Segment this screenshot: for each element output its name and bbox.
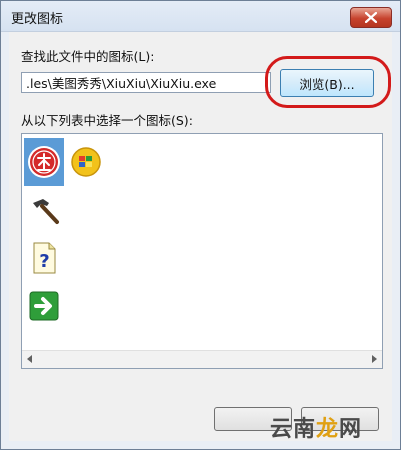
file-path-input[interactable]: .les\美图秀秀\XiuXiu\XiuXiu.exe xyxy=(21,72,271,93)
help-document-icon: ? xyxy=(33,242,56,274)
watermark: 云南龙网 xyxy=(270,411,362,443)
green-arrow-icon xyxy=(29,291,59,321)
icon-item-help-document[interactable]: ? xyxy=(24,234,64,282)
scroll-left-icon[interactable] xyxy=(27,355,32,363)
icon-item-hammer[interactable] xyxy=(24,186,64,234)
close-button[interactable] xyxy=(350,7,392,28)
window-title: 更改图标 xyxy=(11,12,64,27)
title-bar[interactable]: 更改图标 xyxy=(1,1,400,32)
close-icon xyxy=(365,12,377,23)
lookup-label: 查找此文件中的图标(L): xyxy=(21,49,155,64)
icon-list[interactable]: ? xyxy=(21,133,383,369)
xiuxiu-app-icon xyxy=(28,146,60,178)
icon-item-xiuxiu[interactable] xyxy=(24,138,64,186)
change-icon-dialog: 更改图标 查找此文件中的图标(L): .les\美图秀秀\XiuXiu\XiuX… xyxy=(0,0,401,450)
highlight-ring xyxy=(265,56,391,108)
watermark-part2: 龙 xyxy=(316,417,340,442)
dialog-body: 查找此文件中的图标(L): .les\美图秀秀\XiuXiu\XiuXiu.ex… xyxy=(9,32,392,441)
colorful-ball-icon xyxy=(71,147,101,177)
horizontal-scrollbar[interactable] xyxy=(22,350,382,368)
icon-item-green-arrow[interactable] xyxy=(24,282,64,330)
icon-list-label: 从以下列表中选择一个图标(S): xyxy=(21,113,193,128)
scroll-right-icon[interactable] xyxy=(372,355,377,363)
icon-item-colorful-ball[interactable] xyxy=(66,138,106,186)
watermark-part3: 网 xyxy=(339,417,363,442)
watermark-part1: 云南 xyxy=(270,417,317,442)
hammer-icon xyxy=(33,199,59,224)
svg-text:?: ? xyxy=(39,251,49,272)
